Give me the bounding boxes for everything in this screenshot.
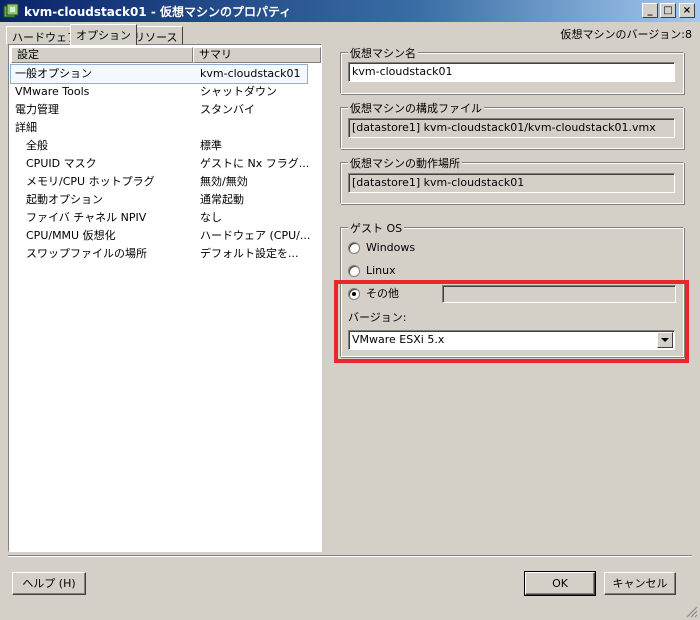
- options-list: 設定 サマリ 一般オプション kvm-cloudstack01 VMware T…: [8, 44, 322, 552]
- window-title: kvm-cloudstack01 - 仮想マシンのプロパティ: [24, 5, 292, 19]
- list-item-value: ゲストに Nx フラグ...: [200, 157, 310, 170]
- ok-button[interactable]: OK: [524, 571, 596, 596]
- vm-app-icon: [3, 3, 19, 18]
- list-item-label: VMware Tools: [15, 85, 90, 98]
- column-header-setting[interactable]: 設定: [11, 47, 193, 63]
- list-item-label: ファイバ チャネル NPIV: [26, 211, 147, 224]
- vm-name-group-title: 仮想マシン名: [348, 45, 418, 61]
- bottom-separator: [8, 555, 692, 557]
- radio-linux-label: Linux: [366, 264, 396, 277]
- list-item-hotplug[interactable]: メモリ/CPU ホットプラグ 無効/無効: [11, 173, 307, 191]
- config-file-group-title: 仮想マシンの構成ファイル: [348, 100, 484, 116]
- radio-linux-button[interactable]: [348, 265, 360, 277]
- guest-os-group-title: ゲスト OS: [348, 220, 405, 236]
- list-item-value: シャットダウン: [200, 85, 277, 98]
- column-header-summary[interactable]: サマリ: [193, 47, 321, 63]
- vm-version-label: 仮想マシンのバージョン:8: [560, 28, 692, 41]
- list-item-label: CPU/MMU 仮想化: [26, 229, 116, 242]
- list-item-value: 通常起動: [200, 193, 244, 206]
- list-item-value: スタンバイ: [200, 103, 255, 116]
- config-file-field: [datastore1] kvm-cloudstack01/kvm-clouds…: [348, 118, 675, 138]
- maximize-icon: □: [663, 5, 673, 16]
- list-item-value: ハードウェア (CPU/...: [200, 229, 311, 242]
- annotation-highlight-box: [334, 280, 689, 363]
- list-item-label: スワップファイルの場所: [26, 247, 147, 260]
- list-item-cpu-mmu[interactable]: CPU/MMU 仮想化 ハードウェア (CPU/...: [11, 227, 311, 245]
- working-location-group: 仮想マシンの動作場所 [datastore1] kvm-cloudstack01: [340, 155, 684, 204]
- list-item-vmware-tools[interactable]: VMware Tools シャットダウン: [11, 83, 307, 101]
- working-location-group-title: 仮想マシンの動作場所: [348, 155, 462, 171]
- list-item-value: デフォルト設定を...: [200, 247, 299, 260]
- list-item-advanced[interactable]: 詳細: [11, 119, 307, 137]
- list-item-value: なし: [200, 211, 222, 224]
- list-item-label: 詳細: [15, 121, 37, 134]
- radio-windows-label: Windows: [366, 241, 416, 254]
- tab-options[interactable]: オプション: [70, 24, 137, 45]
- minimize-icon: _: [647, 5, 653, 16]
- vm-name-input[interactable]: kvm-cloudstack01: [348, 62, 675, 82]
- list-item-label: CPUID マスク: [26, 157, 97, 170]
- close-icon: ×: [682, 5, 692, 16]
- list-item-label: 全般: [26, 139, 48, 152]
- close-button[interactable]: ×: [679, 3, 695, 18]
- resize-grip-icon[interactable]: [686, 606, 698, 618]
- working-location-field: [datastore1] kvm-cloudstack01: [348, 173, 675, 193]
- config-file-group: 仮想マシンの構成ファイル [datastore1] kvm-cloudstack…: [340, 100, 684, 149]
- title-bar[interactable]: kvm-cloudstack01 - 仮想マシンのプロパティ _ □ ×: [0, 0, 700, 22]
- list-item-power-management[interactable]: 電力管理 スタンバイ: [11, 101, 307, 119]
- list-item-label: 一般オプション: [15, 67, 92, 80]
- cancel-button[interactable]: キャンセル: [604, 572, 676, 595]
- radio-windows-button[interactable]: [348, 242, 360, 254]
- list-item-value: 標準: [200, 139, 222, 152]
- list-item-general[interactable]: 全般 標準: [11, 137, 307, 155]
- vm-name-group: 仮想マシン名 kvm-cloudstack01: [340, 45, 684, 94]
- list-item-general-options[interactable]: 一般オプション kvm-cloudstack01: [10, 64, 308, 84]
- list-item-value: 無効/無効: [200, 175, 248, 188]
- list-item-boot-options[interactable]: 起動オプション 通常起動: [11, 191, 307, 209]
- list-item-label: メモリ/CPU ホットプラグ: [26, 175, 155, 188]
- list-item-swapfile[interactable]: スワップファイルの場所 デフォルト設定を...: [11, 245, 307, 263]
- maximize-button[interactable]: □: [660, 3, 676, 18]
- list-item-npiv[interactable]: ファイバ チャネル NPIV なし: [11, 209, 307, 227]
- list-item-label: 電力管理: [15, 103, 59, 116]
- properties-window: kvm-cloudstack01 - 仮想マシンのプロパティ _ □ × ハード…: [0, 0, 700, 620]
- help-button[interactable]: ヘルプ (H): [12, 572, 86, 595]
- minimize-button[interactable]: _: [642, 3, 658, 18]
- list-item-cpuid-mask[interactable]: CPUID マスク ゲストに Nx フラグ...: [11, 155, 310, 173]
- list-item-label: 起動オプション: [26, 193, 103, 206]
- list-item-value: kvm-cloudstack01: [200, 67, 301, 80]
